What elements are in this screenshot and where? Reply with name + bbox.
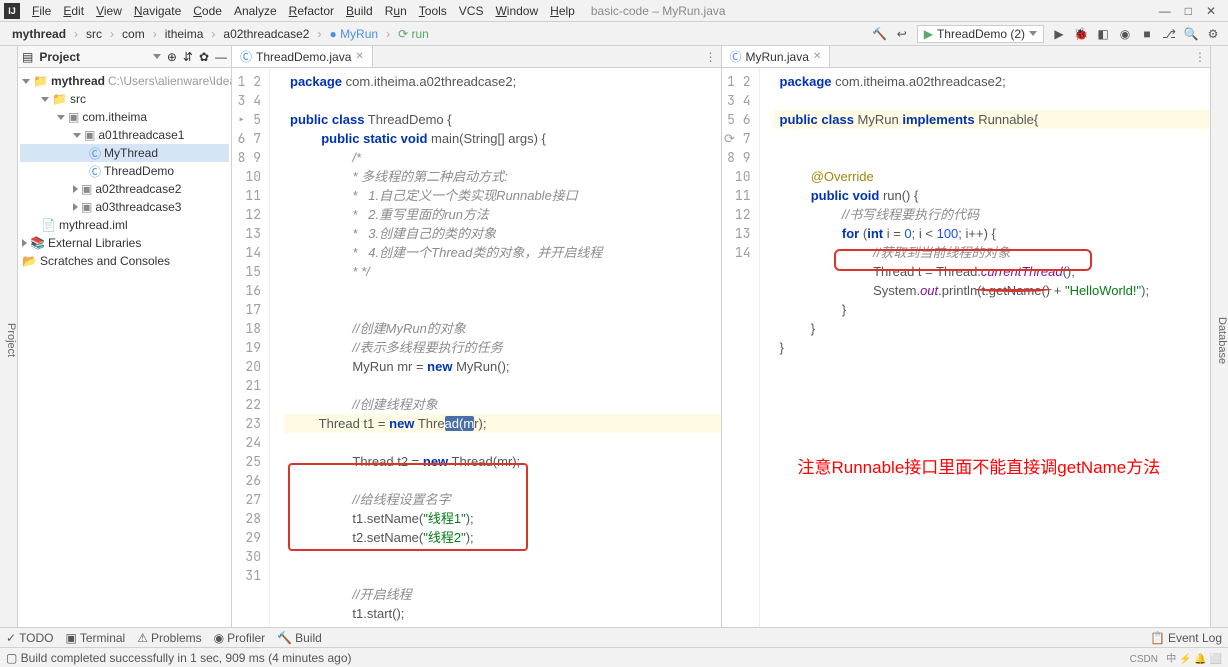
collapse-icon[interactable]: ⇵ (183, 50, 193, 64)
menu-run[interactable]: Run (379, 2, 413, 20)
status-bar: ▢ Build completed successfully in 1 sec,… (0, 647, 1228, 667)
project-tree[interactable]: 📁mythread C:\Users\alienware\IdeaProject… (18, 68, 231, 274)
minimize-icon[interactable]: — (1159, 4, 1171, 18)
menu-file[interactable]: File (26, 2, 57, 20)
settings-icon[interactable]: ✿ (199, 50, 209, 64)
hide-icon[interactable]: — (215, 50, 227, 64)
project-panel-title: Project (39, 50, 80, 64)
coverage-icon[interactable]: ◧ (1096, 27, 1110, 41)
menu-code[interactable]: Code (187, 2, 228, 20)
right-marks (760, 68, 774, 627)
right-editor: ⒸMyRun.java✕ ⋮ 1 2 3 4 5 6 ⟳ 7 8 9 10 11… (722, 46, 1211, 627)
menu-bar: IJ File Edit View Navigate Code Analyze … (0, 0, 1228, 22)
menu-view[interactable]: View (90, 2, 128, 20)
right-code-area[interactable]: package com.itheima.a02threadcase2; publ… (774, 68, 1211, 627)
project-panel-header: ▤ Project ⊕ ⇵ ✿ — (18, 46, 231, 68)
search-icon[interactable]: 🔍 (1184, 27, 1198, 41)
crumb-src[interactable]: src (82, 25, 106, 43)
annotation-note: 注意Runnable接口里面不能直接调getName方法 (798, 458, 1161, 477)
navigation-bar: mythread› src› com› itheima› a02threadca… (0, 22, 1228, 46)
back-icon[interactable]: ↩ (895, 27, 909, 41)
left-tool-strip[interactable]: Project (0, 46, 18, 627)
crumb-method[interactable]: ⟳ run (394, 25, 433, 43)
menu-navigate[interactable]: Navigate (128, 2, 187, 20)
window-title: basic-code – MyRun.java (591, 4, 726, 18)
menu-window[interactable]: Window (489, 2, 544, 20)
tool-eventlog[interactable]: 📋 Event Log (1150, 631, 1222, 645)
left-gutter: 1 2 3 4 ▸ 5 6 7 8 9 10 11 12 13 14 15 16… (232, 68, 270, 627)
stop-icon[interactable]: ■ (1140, 27, 1154, 41)
run-icon[interactable]: ▶ (1052, 27, 1066, 41)
menu-refactor[interactable]: Refactor (283, 2, 340, 20)
left-editor: ⒸThreadDemo.java✕ ⋮ 1 2 3 4 ▸ 5 6 7 8 9 … (232, 46, 722, 627)
tab-myrun[interactable]: ⒸMyRun.java✕ (722, 46, 831, 67)
close-tab-icon[interactable]: ✕ (355, 51, 363, 62)
menu-tools[interactable]: Tools (413, 2, 453, 20)
git-icon[interactable]: ⎇ (1162, 27, 1176, 41)
maximize-icon[interactable]: □ (1185, 4, 1192, 18)
tool-todo[interactable]: ✓ TODO (6, 631, 54, 645)
close-icon[interactable]: ✕ (1206, 4, 1216, 18)
debug-icon[interactable]: 🐞 (1074, 27, 1088, 41)
crumb-class[interactable]: ● MyRun (325, 25, 382, 43)
right-tool-strip[interactable]: Database (1210, 46, 1228, 627)
menu-edit[interactable]: Edit (57, 2, 90, 20)
close-tab-icon[interactable]: ✕ (813, 51, 821, 62)
gear-icon[interactable]: ⚙ (1206, 27, 1220, 41)
expand-icon[interactable]: ⊕ (167, 50, 177, 64)
right-gutter: 1 2 3 4 5 6 ⟳ 7 8 9 10 11 12 13 14 (722, 68, 760, 627)
hammer-icon[interactable]: 🔨 (873, 27, 887, 41)
tool-build[interactable]: 🔨 Build (277, 631, 322, 645)
tool-problems[interactable]: ⚠ Problems (137, 631, 201, 645)
tree-item-threaddemo[interactable]: ⒸThreadDemo (20, 162, 229, 180)
crumb-com[interactable]: com (118, 25, 149, 43)
crumb-pkg[interactable]: a02threadcase2 (219, 25, 313, 43)
tool-terminal[interactable]: ▣ Terminal (66, 631, 126, 645)
menu-help[interactable]: Help (544, 2, 581, 20)
tab-threaddemo[interactable]: ⒸThreadDemo.java✕ (232, 46, 373, 67)
status-right: CSDN 中 ⚡ 🔔 ⬜ (1130, 650, 1222, 665)
crumb-project[interactable]: mythread (8, 25, 70, 43)
menu-vcs[interactable]: VCS (453, 2, 490, 20)
tool-profiler[interactable]: ◉ Profiler (214, 631, 266, 645)
status-message: ▢ Build completed successfully in 1 sec,… (6, 651, 352, 665)
profile-icon[interactable]: ◉ (1118, 27, 1132, 41)
run-config-dropdown[interactable]: ▶ThreadDemo (2) (917, 25, 1044, 43)
left-marks (270, 68, 284, 627)
menu-analyze[interactable]: Analyze (228, 2, 283, 20)
left-code-area[interactable]: package com.itheima.a02threadcase2; publ… (284, 68, 721, 627)
tab-menu-icon[interactable]: ⋮ (701, 46, 721, 67)
crumb-itheima[interactable]: itheima (161, 25, 208, 43)
tree-item-mythread[interactable]: ⒸMyThread (20, 144, 229, 162)
bottom-tool-bar: ✓ TODO ▣ Terminal ⚠ Problems ◉ Profiler … (0, 627, 1228, 647)
project-view-icon[interactable]: ▤ (22, 50, 33, 64)
dropdown-icon[interactable] (153, 54, 161, 59)
app-logo: IJ (4, 3, 20, 19)
tab-menu-icon[interactable]: ⋮ (1190, 46, 1210, 67)
menu-build[interactable]: Build (340, 2, 379, 20)
project-tool-window: ▤ Project ⊕ ⇵ ✿ — 📁mythread C:\Users\ali… (18, 46, 232, 627)
